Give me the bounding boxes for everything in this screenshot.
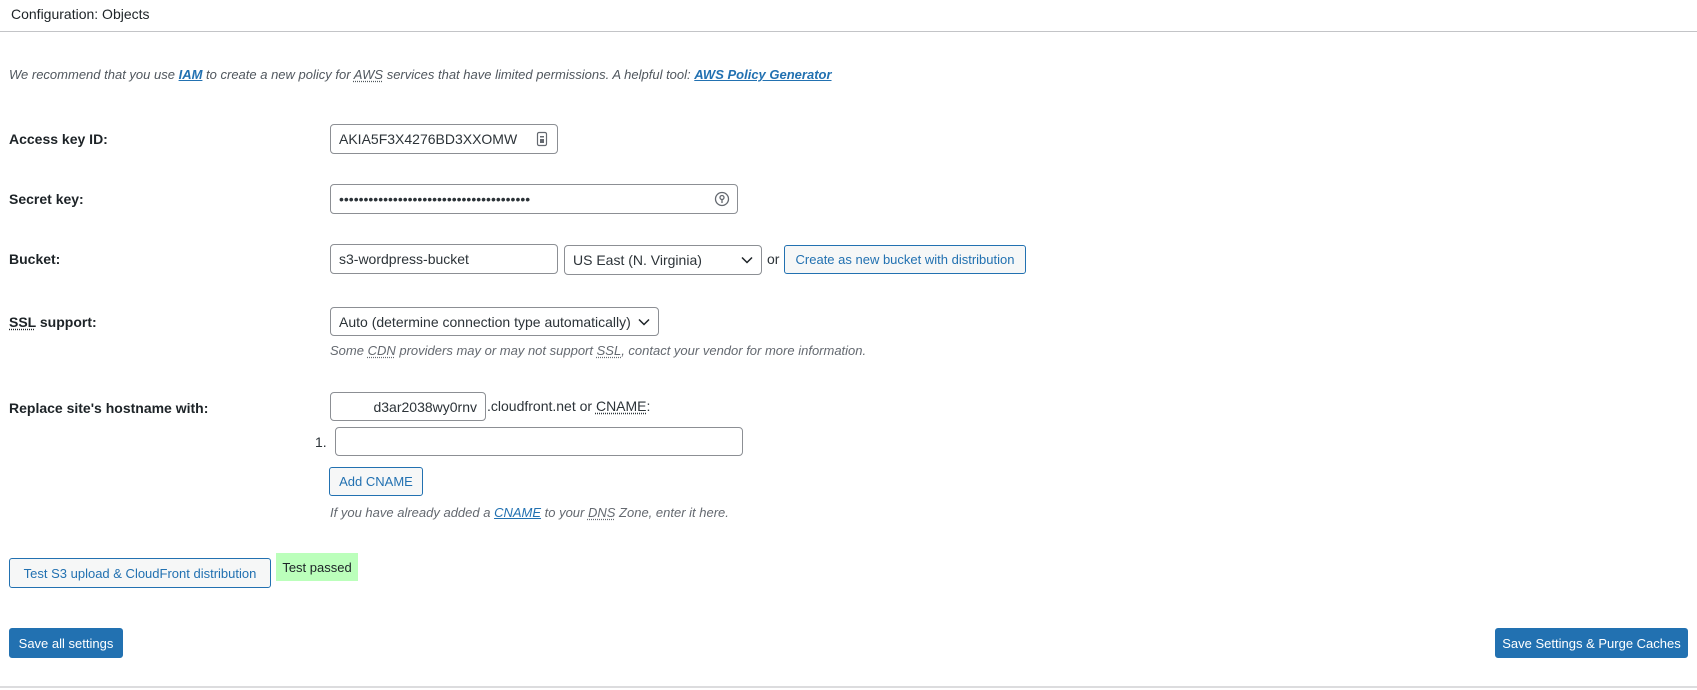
- key-icon[interactable]: [714, 191, 730, 207]
- save-purge-caches-button[interactable]: Save Settings & Purge Caches: [1495, 628, 1688, 658]
- ssl-description: Some CDN providers may or may not suppor…: [330, 343, 866, 358]
- bucket-name-value: s3-wordpress-bucket: [339, 251, 469, 267]
- cname-description: If you have already added a CNAME to you…: [330, 505, 729, 520]
- chevron-down-icon: [638, 318, 650, 326]
- intro-suffix: services that have limited permissions. …: [383, 67, 695, 82]
- chevron-down-icon: [741, 256, 753, 264]
- ssl-desc-abbr: SSL: [596, 343, 622, 358]
- create-bucket-button[interactable]: Create as new bucket with distribution: [784, 245, 1026, 274]
- cloudfront-domain-text: .cloudfront.net or CNAME:: [487, 398, 650, 414]
- intro-text: We recommend that you use IAM to create …: [9, 67, 832, 82]
- ssl-selected-value: Auto (determine connection type automati…: [339, 313, 631, 330]
- ssl-desc-suffix: , contact your vendor for more informati…: [621, 343, 867, 358]
- bucket-region-value: US East (N. Virginia): [573, 252, 702, 268]
- aws-abbr: AWS: [353, 67, 384, 82]
- cloudfront-subdomain-value: d3ar2038wy0rnv: [373, 398, 477, 415]
- cname-input[interactable]: [335, 427, 743, 456]
- cname-desc-prefix: If you have already added a: [330, 505, 495, 520]
- ssl-abbr: SSL: [9, 314, 36, 330]
- bucket-label: Bucket:: [9, 251, 61, 267]
- access-key-label: Access key ID:: [9, 131, 108, 147]
- intro-middle: to create a new policy for: [202, 67, 354, 82]
- cdn-abbr: CDN: [367, 343, 396, 358]
- secret-key-input[interactable]: •••••••••••••••••••••••••••••••••••••••: [330, 184, 738, 214]
- iam-link[interactable]: IAM: [179, 67, 203, 82]
- intro-prefix: We recommend that you use: [9, 67, 179, 82]
- dns-abbr: DNS: [587, 505, 616, 520]
- aws-policy-generator-link[interactable]: AWS Policy Generator: [694, 67, 831, 82]
- or-text: or: [767, 251, 780, 267]
- bucket-name-input[interactable]: s3-wordpress-bucket: [330, 244, 558, 274]
- secret-key-label: Secret key:: [9, 191, 84, 207]
- section-header: Configuration: Objects: [0, 0, 1697, 32]
- password-manager-icon[interactable]: [534, 131, 550, 147]
- cname-index: 1.: [315, 434, 327, 450]
- domain-suffix: .cloudfront.net or: [487, 398, 596, 414]
- secret-key-value: •••••••••••••••••••••••••••••••••••••••: [339, 191, 531, 207]
- ssl-label-rest: support:: [35, 314, 97, 330]
- save-all-settings-button[interactable]: Save all settings: [9, 628, 123, 658]
- test-upload-button[interactable]: Test S3 upload & CloudFront distribution: [9, 558, 271, 588]
- access-key-value: AKIA5F3X4276BD3XXOMW: [339, 131, 518, 147]
- colon-text: :: [646, 398, 651, 414]
- cname-desc-middle: to your: [541, 505, 588, 520]
- ssl-support-select[interactable]: Auto (determine connection type automati…: [330, 307, 659, 336]
- cloudfront-subdomain-input[interactable]: d3ar2038wy0rnv: [330, 392, 486, 421]
- section-title: Configuration: Objects: [11, 6, 150, 22]
- access-key-input[interactable]: AKIA5F3X4276BD3XXOMW: [330, 124, 558, 154]
- bucket-region-select[interactable]: US East (N. Virginia): [564, 245, 762, 275]
- ssl-desc-middle: providers may or may not support: [395, 343, 597, 358]
- add-cname-button[interactable]: Add CNAME: [329, 467, 423, 496]
- cname-desc-suffix: Zone, enter it here.: [615, 505, 729, 520]
- ssl-desc-prefix: Some: [330, 343, 368, 358]
- test-status-badge: Test passed: [276, 553, 358, 581]
- cname-abbr: CNAME: [595, 398, 647, 414]
- cname-desc-link[interactable]: CNAME: [494, 505, 541, 520]
- hostname-label: Replace site's hostname with:: [9, 400, 209, 416]
- ssl-support-label: SSL support:: [9, 314, 97, 330]
- bottom-divider: [0, 686, 1697, 688]
